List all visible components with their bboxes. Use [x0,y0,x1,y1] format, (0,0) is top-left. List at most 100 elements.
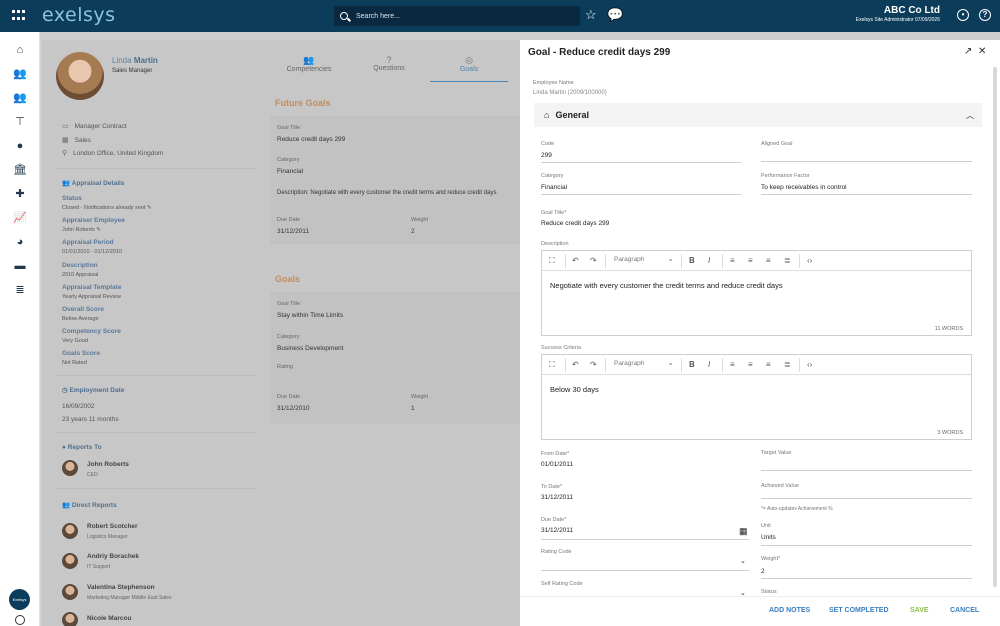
close-icon[interactable]: ✕ [978,46,986,57]
add-person-icon[interactable]: ✚ [13,188,27,200]
performance-factor-field[interactable]: To keep receivables in control [761,184,847,191]
tab-competencies[interactable]: 👥 Competencies [270,52,348,82]
success-criteria-editor[interactable]: ⛶ ↶ ↷ Paragraph B I ≡ ≡ ≡ ≣ ‹› Below 30 … [541,354,972,440]
employee-title: Sales Manager [112,68,153,74]
list-icon[interactable]: ≣ [13,284,27,296]
pencil-icon[interactable]: ✎ [147,205,152,211]
category-field[interactable]: Financial [541,184,567,191]
profile-card: Linda Martin Sales Manager ▭ Manager Cont… [42,40,256,626]
align-right-icon[interactable]: ≡ [766,256,771,265]
period-value: 01/01/2010 - 01/12/2010 [62,249,122,255]
cancel-button[interactable]: CANCEL [950,607,979,614]
bank-icon[interactable]: 🏛 [13,164,27,176]
folder-icon[interactable]: ▬ [13,260,27,272]
to-date-field[interactable]: 31/12/2011 [541,494,573,501]
divider [681,358,682,372]
person-icon[interactable]: ● [13,140,27,152]
description-value: Negotiate with every customer the credit… [310,190,497,196]
description-editor[interactable]: ⛶ ↶ ↷ Paragraph B I ≡ ≡ ≡ ≣ ‹› Negotiate… [541,250,972,336]
direct-report-name[interactable]: Robert Scotcher [87,523,138,530]
fullscreen-icon[interactable]: ⛶ [549,256,555,266]
set-completed-button[interactable]: SET COMPLETED [829,607,889,614]
search-box[interactable]: Search here... [334,6,580,26]
aligned-goal-field[interactable] [761,161,972,162]
add-notes-button[interactable]: ADD NOTES [769,607,810,614]
justify-icon[interactable]: ≣ [784,256,791,265]
employee-name-label: Employee Name [533,80,574,86]
star-icon[interactable]: ☆ [585,8,597,22]
calendar-icon[interactable]: ▦ [739,526,748,537]
success-criteria-text[interactable]: Below 30 days [542,375,971,404]
redo-icon[interactable]: ↷ [590,256,597,265]
paragraph-select[interactable]: Paragraph [614,358,674,367]
paragraph-select[interactable]: Paragraph [614,254,674,263]
from-date-field[interactable]: 01/01/2011 [541,461,573,468]
align-right-icon[interactable]: ≡ [766,360,771,369]
from-date-label: From Date* [541,451,570,457]
direct-report-name[interactable]: Valentina Stephenson [87,584,155,591]
pie-chart-icon[interactable]: ◕ [13,236,27,248]
unit-field[interactable]: Units [761,534,776,541]
home-icon[interactable]: ⌂ [13,44,27,56]
reports-to-name[interactable]: John Roberts [87,461,129,468]
justify-icon[interactable]: ≣ [784,360,791,369]
undo-icon[interactable]: ↶ [572,360,579,369]
divider [722,254,723,268]
weight-label: Weight* [761,556,781,562]
code-view-icon[interactable]: ‹› [807,360,812,369]
align-left-icon[interactable]: ≡ [730,360,735,369]
goal-title-field[interactable]: Reduce credit days 299 [541,220,609,227]
direct-report-name[interactable]: Nicole Marcou [87,615,131,622]
italic-icon[interactable]: I [708,360,710,369]
divider [56,432,256,433]
search-input[interactable]: Search here... [356,13,400,20]
fullscreen-icon[interactable]: ⛶ [549,360,555,370]
expand-icon[interactable]: ↗ [964,46,972,57]
future-goal-card[interactable]: Goal Title Reduce credit days 299 Catego… [270,116,520,244]
panel-scrollbar[interactable] [993,67,997,587]
chevron-up-icon[interactable]: ︿ [966,110,974,121]
weight-field[interactable]: 2 [761,568,765,575]
team-icon[interactable]: 👥 [13,92,27,104]
pencil-icon[interactable]: ✎ [96,227,101,233]
user-account-icon[interactable]: • [957,9,969,21]
description-text[interactable]: Negotiate with every customer the credit… [542,271,971,300]
company-info[interactable]: ABC Co Ltd Exelsys Site Administrator 07… [856,5,940,23]
tab-questions[interactable]: ? Questions [350,52,428,82]
target-value-field[interactable] [761,470,972,471]
code-field[interactable]: 299 [541,152,552,159]
people-icon[interactable]: 👥 [13,68,27,80]
employee-name[interactable]: Linda Martin [112,56,158,65]
code-view-icon[interactable]: ‹› [807,256,812,265]
org-chart-icon[interactable]: ⊤ [13,116,27,128]
general-section-header[interactable]: ⌂ General ︿ [534,103,982,127]
apps-grid-icon[interactable] [12,10,26,22]
bold-icon[interactable]: B [689,256,695,265]
editor-toolbar: ⛶ ↶ ↷ Paragraph B I ≡ ≡ ≡ ≣ ‹› [542,355,971,375]
power-icon[interactable] [15,615,25,625]
align-center-icon[interactable]: ≡ [748,360,753,369]
appraiser-text: John Roberts [62,227,95,233]
tab-goals[interactable]: ◎ Goals [430,52,508,82]
achieved-value-field[interactable] [761,498,972,499]
due-date-field[interactable]: 31/12/2011 [541,527,573,534]
app-logo[interactable]: exelsys [42,4,116,26]
redo-icon[interactable]: ↷ [590,360,597,369]
save-button[interactable]: SAVE [910,607,929,614]
divider [56,375,256,376]
undo-icon[interactable]: ↶ [572,256,579,265]
rating-code-select[interactable] [541,570,749,571]
user-avatar[interactable]: Exelsys [9,589,30,610]
goal-card[interactable]: Goal Title Stay within Time Limits Categ… [270,292,520,424]
align-center-icon[interactable]: ≡ [748,256,753,265]
align-left-icon[interactable]: ≡ [730,256,735,265]
tab-label: Questions [373,65,405,72]
bold-icon[interactable]: B [689,360,695,369]
line-chart-icon[interactable]: 📈 [13,212,27,224]
italic-icon[interactable]: I [708,256,710,265]
user-role: Exelsys Site Administrator 07/09/2026 [855,17,940,23]
help-icon[interactable]: ? [979,9,991,21]
chevron-down-icon[interactable]: ⌄ [740,557,746,565]
chat-icon[interactable]: 💬 [607,8,623,22]
direct-report-name[interactable]: Andriy Borachek [87,553,139,560]
